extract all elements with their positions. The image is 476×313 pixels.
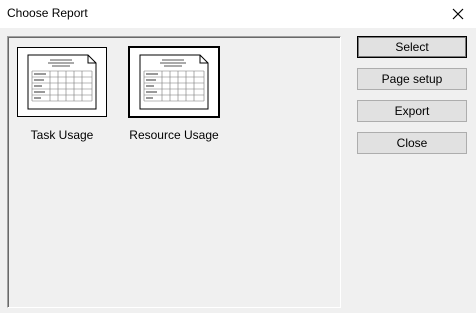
- report-list: Task Usage Resource Usage: [7, 36, 341, 308]
- close-button[interactable]: Close: [357, 132, 467, 154]
- page-setup-button[interactable]: Page setup: [357, 68, 467, 90]
- window-close-button[interactable]: [444, 2, 472, 26]
- report-item-task-usage[interactable]: Task Usage: [10, 47, 114, 142]
- choose-report-dialog: Choose Report Task Usage Resource Usage …: [0, 0, 476, 313]
- report-thumbnail-icon: [139, 54, 209, 110]
- report-thumbnail-resource-usage: [128, 46, 220, 118]
- report-thumbnail-task-usage: [17, 47, 107, 117]
- close-icon: [452, 8, 464, 20]
- export-button[interactable]: Export: [357, 100, 467, 122]
- report-label-task-usage: Task Usage: [30, 128, 94, 142]
- title-bar: Choose Report: [0, 0, 476, 28]
- select-button[interactable]: Select: [357, 36, 467, 58]
- report-thumbnail-icon: [27, 54, 97, 110]
- window-title: Choose Report: [7, 6, 88, 20]
- report-label-resource-usage: Resource Usage: [129, 128, 219, 142]
- report-item-resource-usage[interactable]: Resource Usage: [122, 46, 226, 142]
